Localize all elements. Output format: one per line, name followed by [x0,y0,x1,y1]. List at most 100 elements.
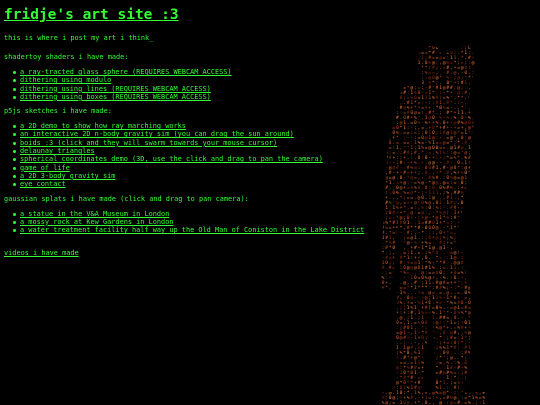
ascii-glyph: = [482,271,485,276]
ascii-glyph: = [486,351,489,356]
ascii-glyph: % [482,285,485,291]
ascii-glyph: , [428,331,431,336]
ascii-glyph: 0 [428,350,431,356]
ascii-glyph: % [475,295,478,301]
ascii-glyph: % [490,395,493,401]
ascii-glyph: , [482,261,485,266]
ascii-glyph: : [446,401,449,405]
ascii-glyph: . [378,266,381,271]
site-title[interactable]: fridje's art site :3 [4,6,534,24]
splat-link-water-treatment[interactable]: a water treatment facility half way up t… [20,226,364,234]
splats-heading: gaussian splats i have made (click and d… [4,194,249,203]
splat-link-mossy-rock[interactable]: a mossy rock at Kew Gardens in London [20,218,174,226]
ascii-glyph: @ [439,400,442,405]
shader-link-dithering-boxes[interactable]: dithering using boxes (REQUIRES WEBCAM A… [20,93,211,101]
ascii-glyph: 0 [475,305,478,311]
ascii-glyph: = [378,336,381,341]
ascii-glyph: # [389,340,392,346]
ascii-glyph: 1 [472,375,475,381]
ascii-glyph: % [479,320,482,326]
ascii-glyph: , [428,401,431,405]
ascii-glyph: % [392,295,395,301]
ascii-glyph: 0 [425,365,428,371]
ascii-glyph: 0 [403,400,406,405]
list-item: spherical coordinates demo (3D, use the … [12,155,534,163]
ascii-glyph: # [468,265,471,271]
ascii-glyph: 0 [479,345,482,351]
ascii-glyph: @ [378,345,381,351]
sketch-link-eye-contact[interactable]: eye contact [20,180,66,188]
sketch-link-boids[interactable]: boids :3 (click and they will swarm towa… [20,139,277,147]
ascii-glyph: - [389,331,392,336]
ascii-glyph: = [385,381,388,386]
ascii-glyph: . [396,401,399,405]
ascii-glyph: , [479,381,482,386]
ascii-glyph: = [389,291,392,296]
ascii-glyph: + [432,376,435,381]
shaders-heading: shadertoy shaders i have made: [4,53,129,61]
shader-link-glass-sphere[interactable]: a ray-tracted glass sphere (REQUIRES WEB… [20,68,232,76]
ascii-glyph: . [486,276,489,281]
ascii-glyph: ; [378,301,381,306]
ascii-glyph: 1 [479,265,482,271]
ascii-glyph: 0 [472,360,475,366]
ascii-glyph: # [425,375,428,381]
sketch-link-spherical-coords[interactable]: spherical coordinates demo (3D, use the … [20,155,323,163]
sketch-link-ray-marching[interactable]: a 2D demo to show how ray marching works [20,122,186,130]
ascii-glyph: = [389,366,392,371]
ascii-glyph: : [486,291,489,296]
ascii-glyph: , [472,356,475,361]
sketch-link-n-body[interactable]: an interactive 2D n-body gravity sim (yo… [20,130,294,138]
ascii-glyph: @ [382,295,385,301]
ascii-glyph: # [482,265,485,271]
ascii-glyph: 1 [468,360,471,366]
ascii-glyph: : [486,346,489,351]
ascii-glyph: % [385,385,388,391]
ascii-glyph: + [482,306,485,311]
ascii-glyph: % [479,340,482,346]
list-item: a statue in the V&A Museum in London [12,210,534,218]
splats-list: a statue in the V&A Museum in London a m… [4,210,534,235]
ascii-glyph: @ [385,295,388,301]
ascii-glyph: + [392,341,395,346]
videos-link[interactable]: videos i have made [4,249,79,258]
shader-link-dithering-modulo[interactable]: dithering using modulo [20,76,111,84]
ascii-glyph: * [385,370,388,376]
ascii-glyph: , [432,401,435,405]
ascii-glyph: # [486,325,489,331]
ascii-glyph: @ [407,400,410,405]
ascii-glyph: * [378,365,381,371]
ascii-glyph: : [389,321,392,326]
splat-link-statue[interactable]: a statue in the V&A Museum in London [20,210,169,218]
ascii-glyph: . [482,376,485,381]
ascii-glyph: 1 [382,350,385,356]
ascii-glyph: @ [382,300,385,306]
ascii-glyph: 0 [479,280,482,286]
ascii-glyph: + [389,316,392,321]
ascii-glyph: : [475,381,478,386]
ascii-glyph: ; [482,386,485,391]
ascii-glyph: - [378,271,381,276]
ascii-glyph: . [461,401,464,405]
ascii-glyph: + [382,356,385,361]
ascii-glyph: 1 [490,290,493,296]
ascii-glyph: . [392,281,395,286]
ascii-glyph: - [486,401,489,405]
ascii-glyph: * [428,370,431,376]
list-item: game of life [12,164,534,172]
ascii-glyph: % [472,370,475,376]
shader-link-dithering-lines[interactable]: dithering using lines (REQUIRES WEBCAM A… [20,85,211,93]
ascii-glyph: 0 [392,360,395,366]
list-item: boids :3 (click and they will swarm towa… [12,139,534,147]
ascii-glyph: - [385,311,388,316]
sketch-link-game-of-life[interactable]: game of life [20,164,70,172]
ascii-glyph: = [392,331,395,336]
ascii-glyph: 0 [428,325,431,331]
sketch-link-delaunay[interactable]: delaunay triangles [20,147,95,155]
ascii-glyph: ; [482,326,485,331]
ascii-glyph: , [486,366,489,371]
ascii-glyph: . [396,266,399,271]
sketch-link-three-body[interactable]: a 2D 3-body gravity sim [20,172,115,180]
ascii-glyph: ; [475,261,478,266]
ascii-glyph: = [432,386,435,391]
